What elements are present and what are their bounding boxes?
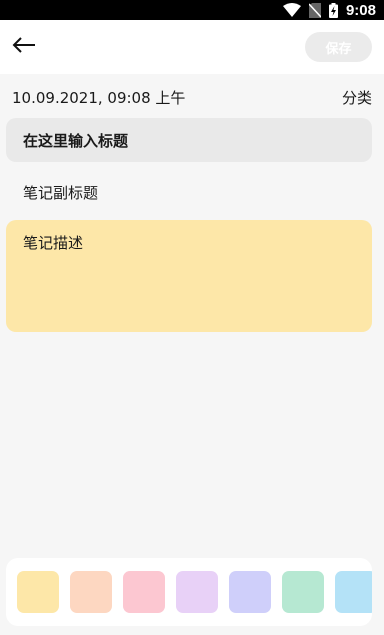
subtitle-placeholder: 笔记副标题	[23, 183, 99, 202]
color-swatch[interactable]	[176, 571, 218, 613]
color-swatch[interactable]	[70, 571, 112, 613]
color-swatch[interactable]	[123, 571, 165, 613]
note-datetime: 10.09.2021, 09:08 上午	[12, 88, 186, 107]
app-bar: 保存	[0, 20, 384, 74]
title-input[interactable]: 在这里输入标题	[6, 118, 372, 162]
status-bar: 9:08	[0, 0, 384, 20]
color-swatch[interactable]	[282, 571, 324, 613]
color-swatch[interactable]	[17, 571, 59, 613]
category-link[interactable]: 分类	[342, 87, 372, 108]
note-meta-row: 10.09.2021, 09:08 上午 分类	[12, 86, 372, 108]
save-button[interactable]: 保存	[305, 32, 372, 62]
description-input[interactable]: 笔记描述	[6, 220, 372, 332]
subtitle-input[interactable]: 笔记副标题	[6, 170, 372, 214]
no-sim-icon	[308, 2, 321, 18]
title-placeholder: 在这里输入标题	[23, 131, 129, 150]
wifi-icon	[282, 3, 301, 17]
color-swatch[interactable]	[335, 571, 372, 613]
color-swatch[interactable]	[229, 571, 271, 613]
arrow-left-icon	[12, 37, 36, 57]
battery-charging-icon	[328, 2, 338, 18]
description-placeholder: 笔记描述	[23, 234, 84, 252]
status-time: 9:08	[345, 1, 376, 19]
color-palette	[6, 558, 372, 626]
back-button[interactable]	[8, 32, 40, 62]
